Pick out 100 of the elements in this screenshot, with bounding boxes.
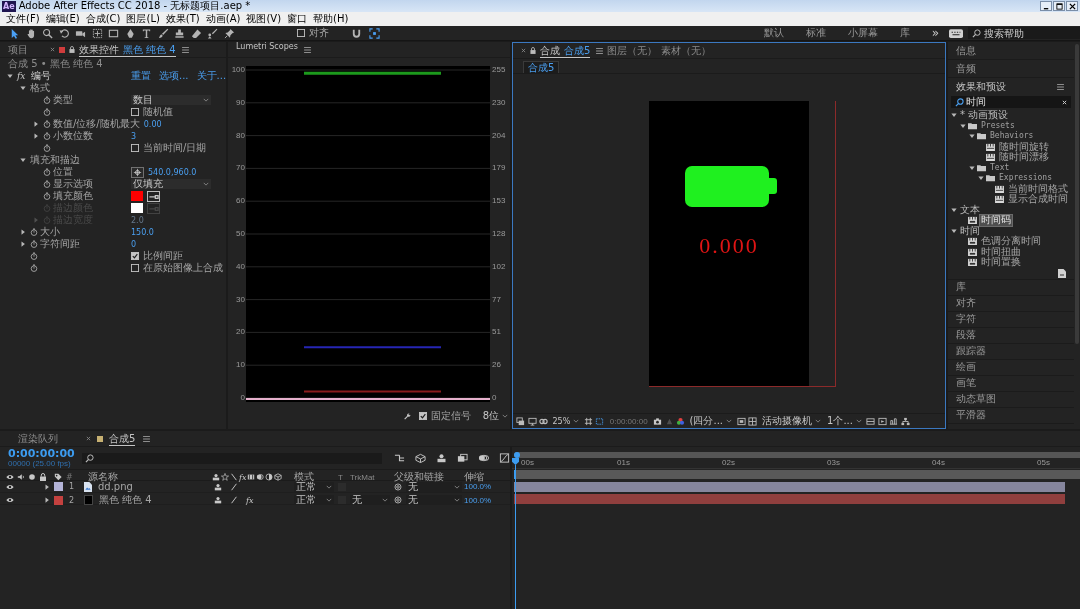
tag-icon[interactable]: [54, 472, 62, 481]
expand-triangle-icon[interactable]: [20, 157, 26, 163]
expand-triangle-icon[interactable]: [44, 483, 50, 490]
camera-dropdown[interactable]: 活动摄像机: [759, 416, 823, 426]
panel-header[interactable]: 信息: [948, 42, 1074, 60]
panel-tab[interactable]: 渲染队列: [18, 431, 58, 446]
dropdown[interactable]: 数目: [131, 95, 211, 105]
parent-dropdown[interactable]: 无: [406, 481, 462, 492]
magnet-icon[interactable]: [350, 27, 362, 39]
expand-triangle-icon[interactable]: [978, 175, 984, 182]
tree-item[interactable]: Behaviors: [989, 131, 1035, 142]
dropdown[interactable]: 仅填充: [131, 179, 211, 189]
crosshair-icon[interactable]: [131, 166, 144, 178]
menu-icon[interactable]: [596, 47, 604, 54]
expand-triangle-icon[interactable]: [33, 121, 39, 127]
dot-icon[interactable]: [28, 473, 36, 481]
stopwatch-icon[interactable]: [43, 132, 51, 140]
stopwatch-icon[interactable]: [43, 96, 51, 104]
page-icon[interactable]: [1058, 268, 1066, 278]
clear-icon[interactable]: [1062, 99, 1067, 105]
expand-triangle-icon[interactable]: [951, 206, 957, 213]
brush-icon[interactable]: [157, 27, 169, 39]
eye-icon[interactable]: [6, 482, 14, 491]
menu-icon[interactable]: [181, 46, 189, 53]
expand-triangle-icon[interactable]: [951, 112, 957, 119]
lock-icon[interactable]: [39, 473, 47, 481]
property-value[interactable]: 0.00: [143, 119, 162, 129]
stopwatch-icon[interactable]: [43, 168, 51, 176]
navigator-handle-icon[interactable]: [514, 452, 520, 458]
panel-header[interactable]: 库: [948, 279, 1074, 296]
panel-tab[interactable]: 素材（无）: [661, 43, 712, 58]
pin-icon[interactable]: [223, 27, 235, 39]
shy-figure-icon[interactable]: [214, 482, 222, 491]
stopwatch-icon[interactable]: [30, 252, 38, 260]
property-value[interactable]: 540.0,960.0: [148, 167, 197, 177]
blurred-circles-icon[interactable]: [256, 473, 265, 481]
shy-figure-icon[interactable]: [214, 496, 222, 504]
expand-triangle-icon[interactable]: [44, 497, 50, 503]
label-color-icon[interactable]: [54, 495, 63, 505]
workspace-tab[interactable]: 默认: [763, 26, 784, 40]
expand-triangle-icon[interactable]: [20, 241, 26, 247]
property-value[interactable]: 3: [131, 131, 137, 141]
expand-triangle-icon[interactable]: [969, 133, 975, 140]
layer-name[interactable]: dd.png: [98, 481, 133, 492]
film-frame-icon[interactable]: [247, 473, 256, 481]
menu-icon[interactable]: [143, 435, 151, 442]
timecode[interactable]: 0:00:00:00: [609, 416, 648, 426]
parent-dropdown[interactable]: 无: [406, 495, 462, 505]
tree-item[interactable]: 显示合成时间: [1007, 194, 1069, 205]
stopwatch-icon[interactable]: [30, 264, 38, 272]
camera-icon[interactable]: [653, 416, 663, 426]
menu-icon[interactable]: [303, 46, 311, 53]
overlapping-frames-icon[interactable]: [457, 453, 468, 463]
stretch-value[interactable]: 100.0%: [464, 495, 504, 505]
cube-icon[interactable]: [274, 473, 283, 481]
panel-tab[interactable]: 效果控件 黑色 纯色 4: [79, 42, 176, 57]
pointer-icon[interactable]: [9, 27, 20, 39]
tree-item[interactable]: 文本: [959, 204, 981, 215]
effect-link[interactable]: 关于...: [196, 69, 226, 83]
eye-icon[interactable]: [6, 473, 14, 481]
layer-name[interactable]: 黑色 纯色 4: [99, 493, 152, 507]
column-header[interactable]: 源名称: [80, 470, 212, 484]
close-icon[interactable]: [50, 47, 55, 52]
effect-link[interactable]: 重置: [131, 69, 151, 83]
search-field[interactable]: 搜索帮助: [968, 27, 1080, 39]
rectangle-icon[interactable]: [108, 27, 119, 39]
tree-item[interactable]: 随时间旋转: [998, 141, 1050, 152]
stopwatch-icon[interactable]: [30, 228, 38, 236]
tree-item[interactable]: Expressions: [998, 173, 1053, 184]
menu-item[interactable]: 文件(F): [3, 12, 43, 26]
tree-item[interactable]: Text: [989, 162, 1011, 173]
panel-header[interactable]: 字符: [948, 311, 1074, 328]
menu-item[interactable]: 图层(L): [123, 12, 163, 26]
panel-tab[interactable]: 合成 合成5: [540, 43, 591, 58]
workspace-tab[interactable]: 小屏幕: [847, 26, 878, 40]
split-rectangle-icon[interactable]: [866, 416, 876, 426]
resolution-dropdown[interactable]: (四分...: [687, 416, 735, 426]
hand-icon[interactable]: [25, 27, 37, 39]
stopwatch-icon[interactable]: [43, 144, 51, 152]
menu-item[interactable]: 编辑(E): [42, 12, 83, 26]
maximize-button[interactable]: [1053, 1, 1065, 11]
tree-item[interactable]: 色调分离时间: [980, 236, 1042, 247]
close-icon[interactable]: [86, 436, 91, 441]
eye-icon[interactable]: [6, 496, 14, 504]
panel-tab[interactable]: 项目: [8, 42, 28, 57]
effects-switch[interactable]: fx: [246, 495, 254, 505]
half-circle-icon[interactable]: [265, 473, 274, 481]
stopwatch-icon[interactable]: [43, 180, 51, 188]
workspace-tab[interactable]: 库: [899, 26, 910, 40]
rotate-icon[interactable]: [58, 27, 70, 39]
dashed-crosshair-icon[interactable]: [91, 27, 103, 39]
effect-link[interactable]: 选项...: [159, 69, 189, 83]
minimize-button[interactable]: [1040, 1, 1052, 11]
branch-lines-icon[interactable]: [394, 453, 405, 463]
menu-item[interactable]: 动画(A): [202, 12, 244, 26]
tree-item[interactable]: 随时间漂移: [998, 152, 1050, 163]
panel-header[interactable]: 绘画: [948, 359, 1074, 376]
tree-item[interactable]: 时间: [959, 225, 981, 236]
checkbox[interactable]: [418, 412, 427, 420]
panel-header[interactable]: 平滑器: [948, 407, 1074, 424]
